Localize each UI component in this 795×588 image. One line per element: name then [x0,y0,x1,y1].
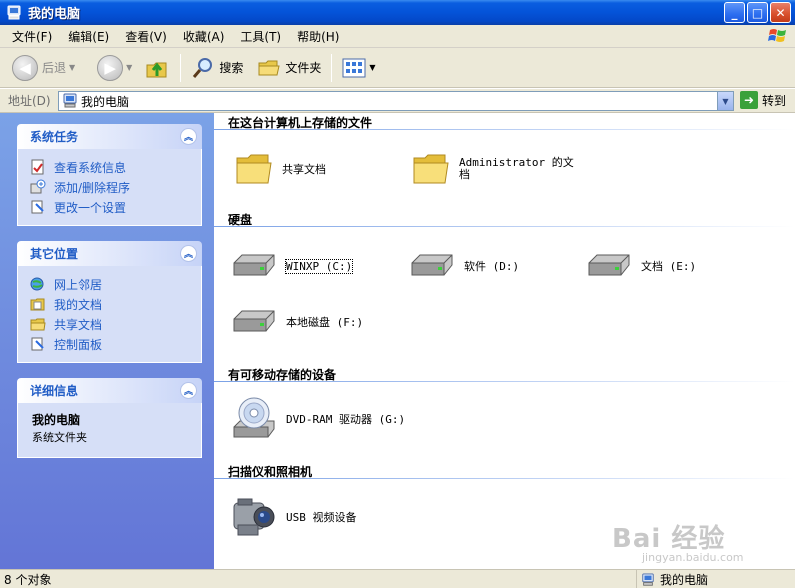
forward-button[interactable]: ▶ ▼ [93,52,136,84]
maximize-button[interactable]: □ [747,2,768,23]
address-input[interactable]: 我的电脑 ▼ [58,91,734,111]
toolbar-separator [180,53,182,82]
address-dropdown-button[interactable]: ▼ [717,92,733,110]
up-button[interactable] [140,52,174,84]
task-view-system-info[interactable]: 查看系统信息 [30,157,201,177]
place-control-panel[interactable]: 控制面板 [30,334,201,354]
views-button[interactable]: ▼ [338,52,379,84]
baidu-watermark: Bai 经验 jingyan.baidu.com [612,524,744,564]
dropdown-arrow-icon: ▼ [69,63,76,72]
address-bar: 地址(D) 我的电脑 ▼ ➜ 转到 [0,89,795,113]
menu-view[interactable]: 查看(V) [117,28,175,45]
control-panel-icon [31,337,44,351]
task-change-setting[interactable]: 更改一个设置 [30,197,201,217]
status-location: 我的电脑 [636,570,708,588]
my-documents-icon [30,298,45,311]
item-shared-documents[interactable]: 共享文档 [234,149,326,189]
folders-button[interactable]: 文件夹 [253,52,325,84]
windows-logo-icon [768,29,786,42]
dropdown-arrow-icon: ▼ [369,63,376,72]
my-computer-icon [63,93,77,108]
folder-icon [258,60,280,75]
toolbar-separator [331,53,333,82]
place-network[interactable]: 网上邻居 [30,274,201,294]
folder-icon [236,154,272,184]
control-panel-icon [31,200,44,214]
search-icon [193,57,213,78]
status-object-count: 8 个对象 [4,572,52,587]
collapse-chevron-icon[interactable]: ︽ [180,245,197,262]
folder-up-icon [146,62,167,77]
item-dvd-drive[interactable]: DVD-RAM 驱动器 (G:) [230,395,405,443]
collapse-chevron-icon[interactable]: ︽ [180,128,197,145]
folder-icon [413,154,449,184]
group-divider [214,381,795,382]
my-computer-icon [7,5,21,19]
details-header[interactable]: 详细信息 ︽ [17,378,202,403]
task-pane: 系统任务 ︽ 查看系统信息 添加/删除程序 更改一个设置 其它位置 ︽ 网上邻居… [0,113,214,569]
shared-folder-icon [30,318,46,331]
task-add-remove-programs[interactable]: 添加/删除程序 [30,177,201,197]
network-places-icon [30,277,44,291]
hard-disk-icon [233,310,275,332]
group-divider [214,226,795,227]
go-arrow-icon: ➜ [740,91,758,109]
menu-file[interactable]: 文件(F) [0,28,60,45]
group-divider [214,478,795,479]
dvd-drive-icon [233,397,275,438]
search-button[interactable]: 搜索 [187,52,247,84]
address-value: 我的电脑 [81,94,130,109]
details-type: 系统文件夹 [32,431,87,444]
system-info-icon [31,159,44,175]
menu-tools[interactable]: 工具(T) [232,28,289,45]
minimize-button[interactable]: _ [724,2,745,23]
other-places-header[interactable]: 其它位置 ︽ [17,241,202,266]
back-button[interactable]: ◀ 后退 ▼ [8,52,79,84]
menu-edit[interactable]: 编辑(E) [60,28,117,45]
menu-favorites[interactable]: 收藏(A) [175,28,233,45]
status-bar: 8 个对象 我的电脑 [0,569,795,588]
hard-disk-icon [411,254,453,276]
dropdown-arrow-icon: ▼ [126,63,133,72]
other-places-panel: 其它位置 ︽ 网上邻居 我的文档 共享文档 控制面板 [17,241,202,363]
my-computer-icon [642,572,654,586]
menu-bar: 文件(F) 编辑(E) 查看(V) 收藏(A) 工具(T) 帮助(H) [0,25,795,48]
item-drive-d[interactable]: 软件 (D:) [408,251,519,281]
forward-arrow-icon: ▶ [97,54,124,81]
system-tasks-panel: 系统任务 ︽ 查看系统信息 添加/删除程序 更改一个设置 [17,124,202,226]
toolbar: ◀ 后退 ▼ ▶ ▼ 搜索 文件夹 ▼ [0,48,795,88]
content-pane: 在这台计算机上存储的文件 共享文档 Administrator 的文档 硬盘 W… [214,113,795,569]
close-button[interactable]: ✕ [770,2,791,23]
hard-disk-icon [588,254,630,276]
item-drive-e[interactable]: 文档 (E:) [585,251,696,281]
place-my-documents[interactable]: 我的文档 [30,294,201,314]
place-shared-documents[interactable]: 共享文档 [30,314,201,334]
go-button[interactable]: ➜ 转到 [740,91,786,109]
details-panel: 详细信息 ︽ 我的电脑 系统文件夹 [17,378,202,458]
video-camera-icon [233,498,275,536]
details-name: 我的电脑 [32,413,81,427]
views-icon [342,58,366,77]
item-drive-c[interactable]: WINXP (C:) [230,251,354,281]
add-remove-programs-icon [30,179,46,194]
window-title: 我的电脑 [28,7,81,22]
group-divider [214,129,795,130]
collapse-chevron-icon[interactable]: ︽ [180,382,197,399]
item-administrator-documents[interactable]: Administrator 的文档 [411,149,577,189]
hard-disk-icon [233,254,275,276]
back-arrow-icon: ◀ [12,54,38,81]
address-label: 地址(D) [8,94,51,108]
item-usb-video-device[interactable]: USB 视频设备 [230,495,357,539]
title-bar[interactable]: 我的电脑 _ □ ✕ [0,0,795,25]
menu-help[interactable]: 帮助(H) [289,28,347,45]
system-tasks-header[interactable]: 系统任务 ︽ [17,124,202,149]
item-drive-f[interactable]: 本地磁盘 (F:) [230,307,363,337]
